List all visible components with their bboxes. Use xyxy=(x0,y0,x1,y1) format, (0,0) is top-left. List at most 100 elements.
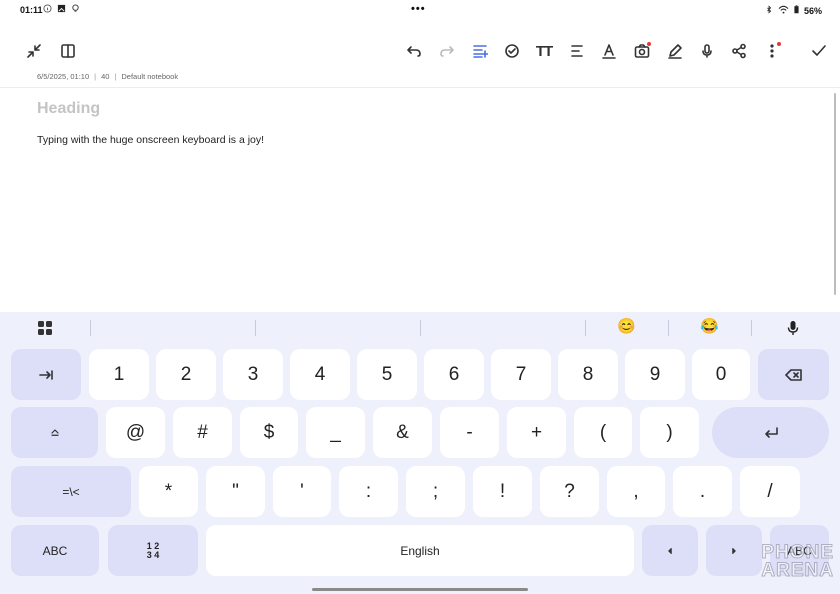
tab-icon xyxy=(39,369,53,380)
photo-icon xyxy=(57,4,66,13)
share-icon[interactable] xyxy=(728,40,750,62)
key-underscore[interactable]: _ xyxy=(306,407,365,458)
arrow-left-icon xyxy=(668,547,672,554)
key-dollar[interactable]: $ xyxy=(240,407,298,458)
suggestion-divider xyxy=(585,320,586,336)
numpad-key[interactable]: 1 23 4 xyxy=(108,525,198,576)
suggestion-bar: 😊 😂 xyxy=(0,312,840,344)
key-minus[interactable]: - xyxy=(440,407,499,458)
key-5[interactable]: 5 xyxy=(357,349,417,400)
enter-key[interactable] xyxy=(712,407,829,458)
key-period[interactable]: . xyxy=(673,466,732,517)
key-comma[interactable]: , xyxy=(607,466,665,517)
numpad-label: 1 23 4 xyxy=(146,541,160,560)
collapse-icon[interactable] xyxy=(23,40,45,62)
key-open-paren[interactable]: ( xyxy=(574,407,632,458)
text-color-icon[interactable] xyxy=(598,40,620,62)
split-view-icon[interactable] xyxy=(57,40,79,62)
suggestion-divider xyxy=(90,320,91,336)
abc-key-left[interactable]: ABC xyxy=(11,525,99,576)
key-at[interactable]: @ xyxy=(106,407,165,458)
keyboard-menu-icon[interactable] xyxy=(38,321,52,335)
redo-icon[interactable] xyxy=(436,40,458,62)
key-slash[interactable]: / xyxy=(740,466,800,517)
status-left-icons xyxy=(43,4,80,13)
shift-key[interactable] xyxy=(11,407,98,458)
note-meta: 6/5/2025, 01:10 | 40 | Default notebook xyxy=(37,72,178,81)
camera-icon[interactable] xyxy=(631,40,653,62)
microphone-icon[interactable] xyxy=(786,320,800,336)
checkbox-icon[interactable] xyxy=(501,40,523,62)
key-asterisk[interactable]: * xyxy=(139,466,198,517)
pen-icon[interactable] xyxy=(664,40,686,62)
backspace-key[interactable] xyxy=(758,349,829,400)
suggestion-divider xyxy=(255,320,256,336)
bluetooth-icon xyxy=(765,5,773,16)
note-body[interactable]: Typing with the huge onscreen keyboard i… xyxy=(37,134,264,146)
suggestion-divider xyxy=(668,320,669,336)
key-colon[interactable]: : xyxy=(339,466,398,517)
emoji-suggestion-laugh[interactable]: 😂 xyxy=(700,317,719,335)
watermark: PHONE ARENA xyxy=(761,543,834,581)
home-indicator[interactable] xyxy=(312,588,528,591)
key-2[interactable]: 2 xyxy=(156,349,216,400)
format-list-icon[interactable] xyxy=(469,40,491,62)
done-icon[interactable] xyxy=(808,40,830,62)
suggestion-divider xyxy=(751,320,752,336)
voice-record-icon[interactable] xyxy=(696,40,718,62)
heading-field[interactable]: Heading xyxy=(37,100,100,118)
note-char-count: 40 xyxy=(101,72,110,81)
camera-badge xyxy=(647,42,651,46)
key-4[interactable]: 4 xyxy=(290,349,350,400)
key-0[interactable]: 0 xyxy=(692,349,750,400)
key-6[interactable]: 6 xyxy=(424,349,484,400)
text-size-label: TT xyxy=(535,42,553,60)
cursor-right-key[interactable] xyxy=(706,525,762,576)
suggestion-divider xyxy=(420,320,421,336)
key-ampersand[interactable]: & xyxy=(373,407,432,458)
enter-icon xyxy=(764,426,778,438)
tab-key[interactable] xyxy=(11,349,81,400)
meta-separator: | xyxy=(114,72,117,81)
key-7[interactable]: 7 xyxy=(491,349,551,400)
multitask-dots[interactable]: ••• xyxy=(411,3,426,15)
notebook-selector[interactable]: Default notebook xyxy=(121,72,178,81)
note-date: 6/5/2025, 01:10 xyxy=(37,72,90,81)
cursor-left-key[interactable] xyxy=(642,525,698,576)
more-badge xyxy=(777,42,781,46)
bulb-icon xyxy=(71,4,80,13)
onscreen-keyboard: 😊 😂 1 2 3 4 5 6 7 8 9 0 @ # $ _ & - + ( … xyxy=(0,312,840,594)
key-8[interactable]: 8 xyxy=(558,349,618,400)
key-single-quote[interactable]: ' xyxy=(273,466,331,517)
status-time: 01:11 xyxy=(20,5,43,15)
numpad-label-bottom: 3 4 xyxy=(146,549,160,560)
info-icon xyxy=(43,4,52,13)
key-plus[interactable]: + xyxy=(507,407,566,458)
undo-icon[interactable] xyxy=(403,40,425,62)
wifi-icon xyxy=(778,5,789,16)
key-exclamation[interactable]: ! xyxy=(473,466,532,517)
shift-icon xyxy=(50,428,59,436)
key-double-quote[interactable]: " xyxy=(206,466,265,517)
key-question[interactable]: ? xyxy=(540,466,599,517)
space-key[interactable]: English xyxy=(206,525,634,576)
key-semicolon[interactable]: ; xyxy=(406,466,465,517)
scrollbar[interactable] xyxy=(834,93,836,295)
meta-separator: | xyxy=(94,72,97,81)
symbols-page-key[interactable]: =\< xyxy=(11,466,131,517)
more-icon[interactable] xyxy=(761,40,783,62)
note-toolbar: TT xyxy=(0,36,840,64)
align-icon[interactable] xyxy=(566,40,588,62)
battery-percent: 56% xyxy=(803,5,822,16)
arrow-right-icon xyxy=(732,547,736,554)
key-hash[interactable]: # xyxy=(173,407,232,458)
key-3[interactable]: 3 xyxy=(223,349,283,400)
status-right: 56% xyxy=(765,5,822,16)
backspace-icon xyxy=(784,368,802,381)
text-size-icon[interactable]: TT xyxy=(533,40,555,62)
key-9[interactable]: 9 xyxy=(625,349,685,400)
key-1[interactable]: 1 xyxy=(89,349,149,400)
key-close-paren[interactable]: ) xyxy=(640,407,699,458)
emoji-suggestion-smile[interactable]: 😊 xyxy=(617,317,636,335)
status-bar: 01:11 ••• 56% xyxy=(0,0,840,20)
